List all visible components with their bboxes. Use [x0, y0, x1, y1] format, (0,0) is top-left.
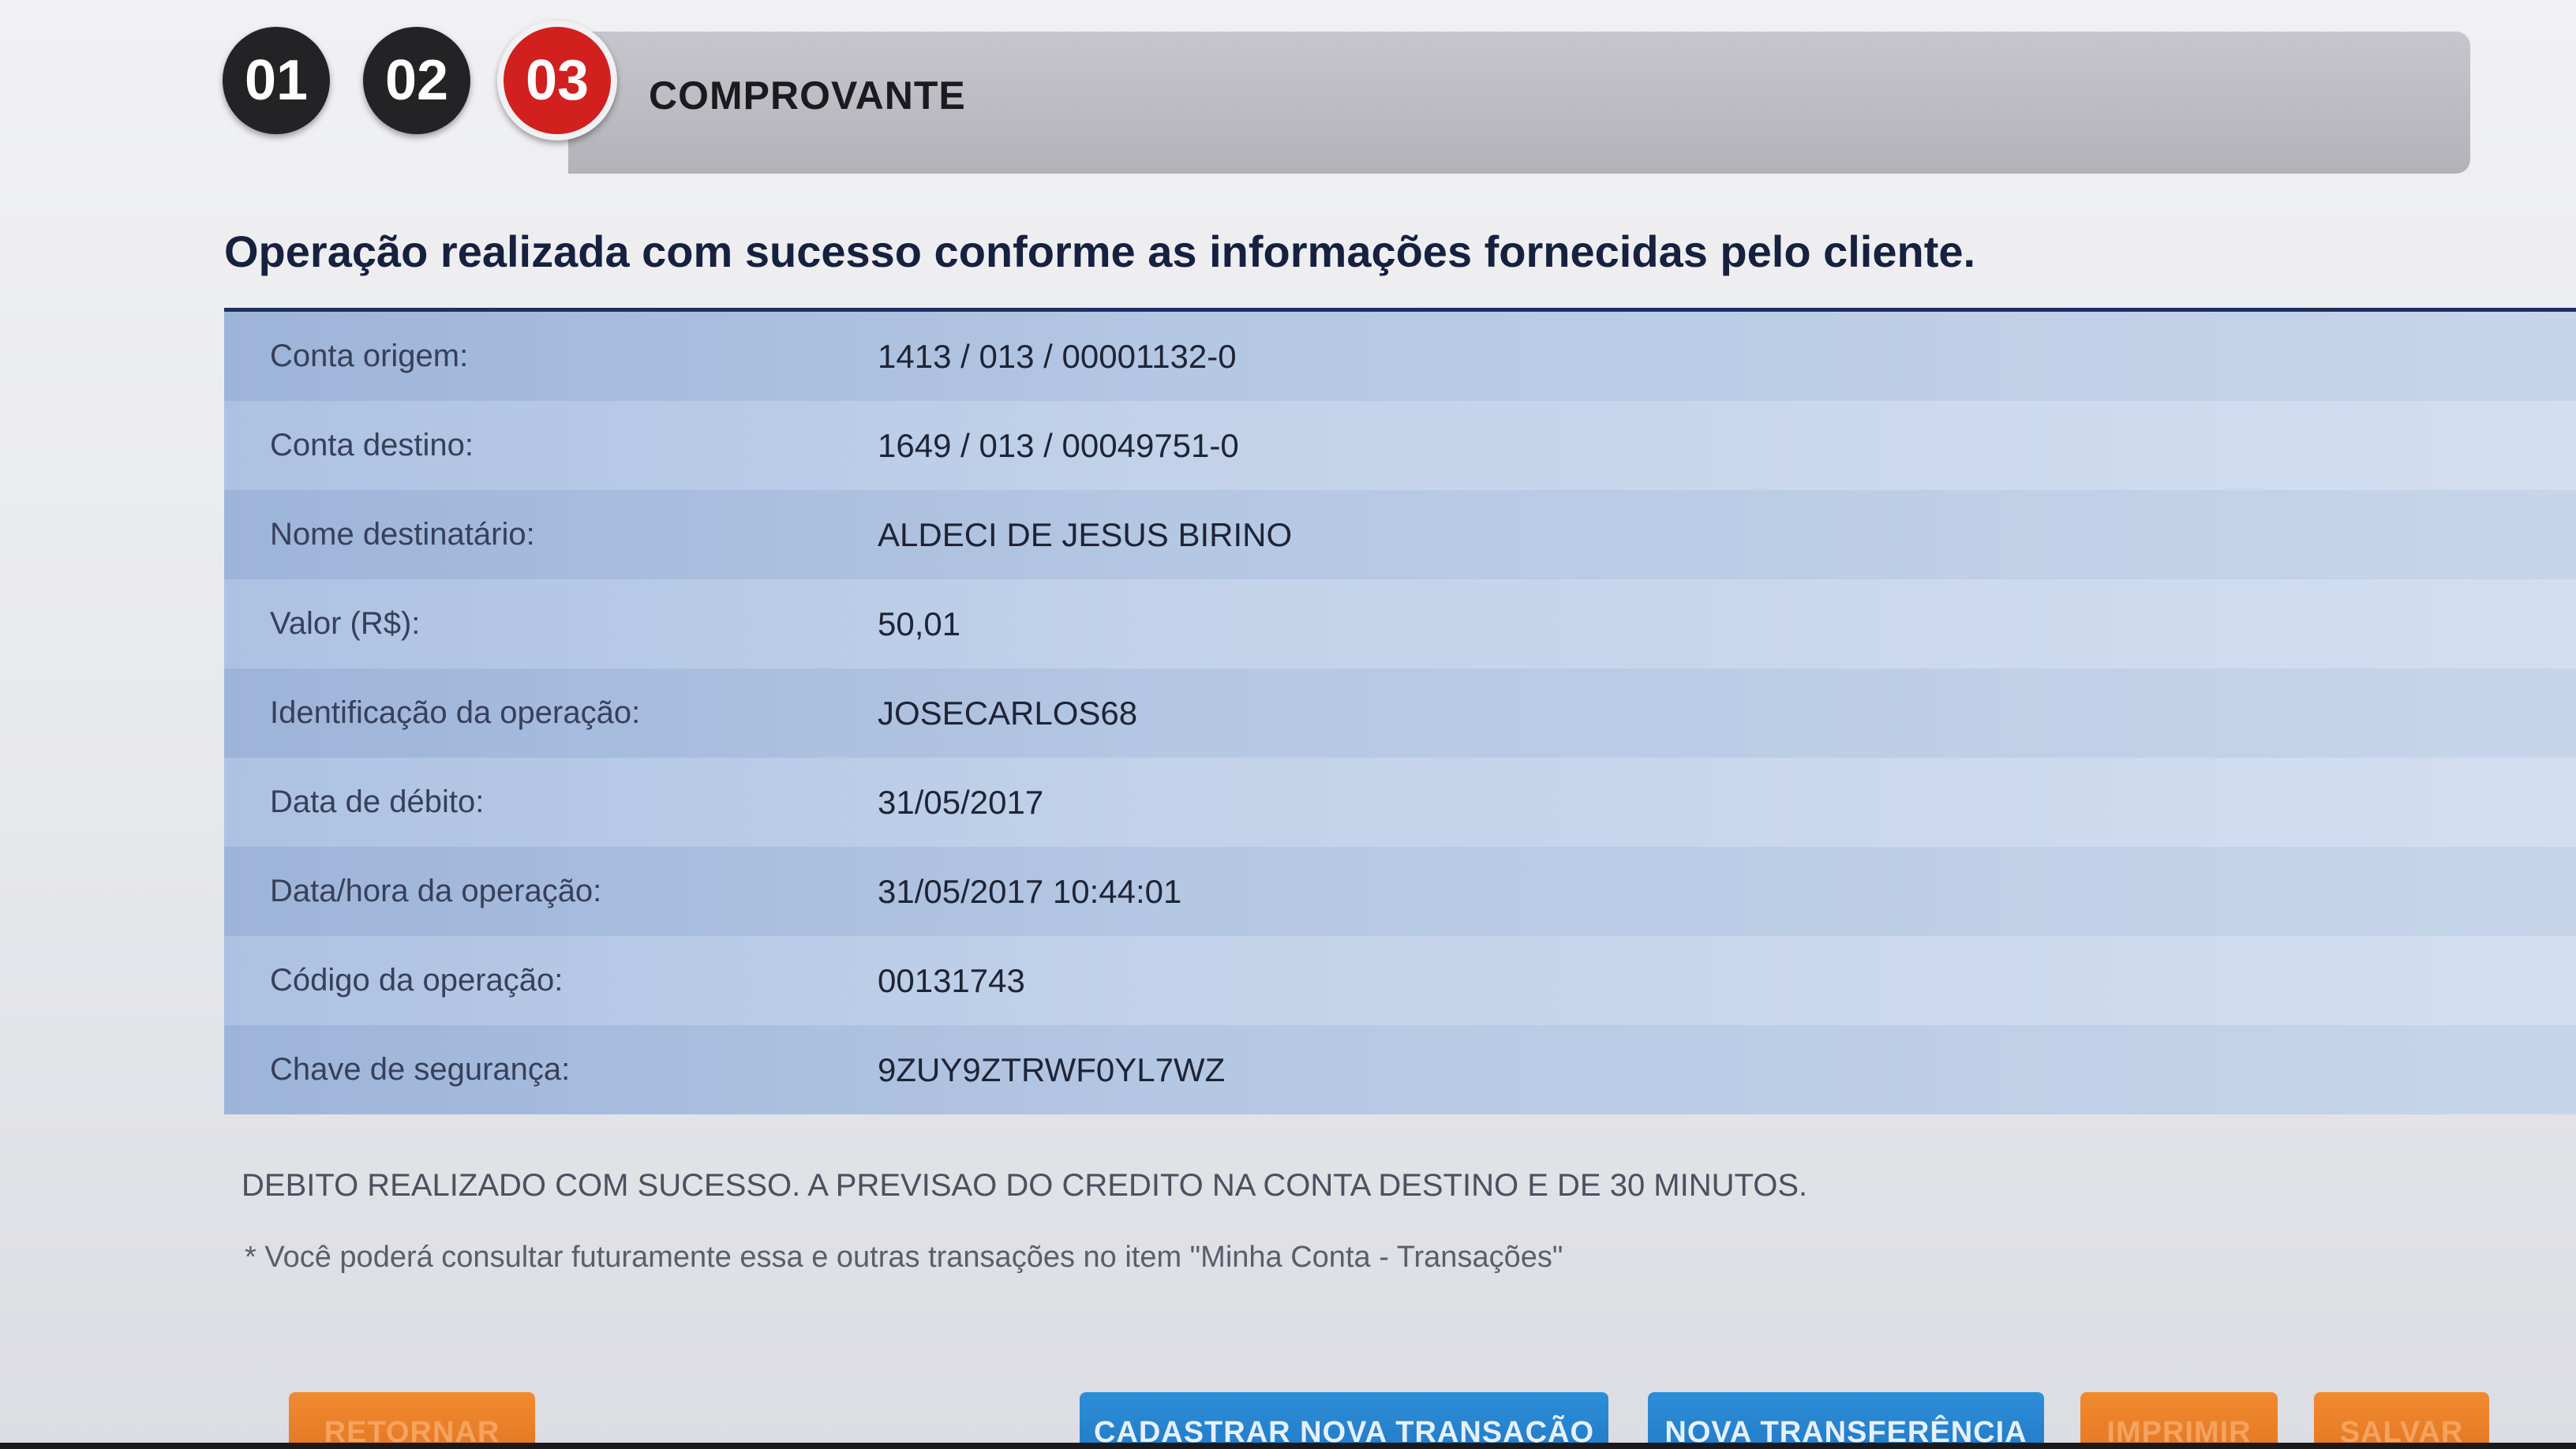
transfer-receipt-screen: 01 02 03 COMPROVANTE Operação realizada … — [0, 0, 2576, 1449]
detail-label: Chave de segurança: — [270, 1052, 571, 1087]
detail-value: 9ZUY9ZTRWF0YL7WZ — [878, 1050, 1226, 1088]
detail-value: 31/05/2017 — [878, 783, 1044, 821]
detail-row-valor: Valor (R$): 50,01 — [224, 579, 2576, 668]
cadastrar-nova-transacao-button[interactable]: CADASTRAR NOVA TRANSAÇÃO — [1080, 1392, 1608, 1449]
detail-row-data-hora: Data/hora da operação: 31/05/2017 10:44:… — [224, 847, 2576, 936]
imprimir-button[interactable]: IMPRIMIR — [2080, 1392, 2278, 1449]
receipt-details-table: Conta origem: 1413 / 013 / 00001132-0 Co… — [224, 312, 2576, 1114]
step-2-indicator: 02 — [363, 27, 470, 134]
detail-value: 00131743 — [878, 961, 1025, 999]
detail-label: Data de débito: — [270, 784, 485, 819]
salvar-button[interactable]: SALVAR — [2314, 1392, 2489, 1449]
detail-row-nome-destinatario: Nome destinatário: ALDECI DE JESUS BIRIN… — [224, 490, 2576, 579]
retornar-button[interactable]: RETORNAR — [289, 1392, 535, 1449]
detail-row-data-debito: Data de débito: 31/05/2017 — [224, 758, 2576, 847]
nova-transferencia-button[interactable]: NOVA TRANSFERÊNCIA — [1648, 1392, 2044, 1449]
screen-bezel-edge — [0, 1443, 2576, 1449]
detail-row-conta-origem: Conta origem: 1413 / 013 / 00001132-0 — [224, 312, 2576, 401]
detail-label: Código da operação: — [270, 963, 564, 998]
detail-label: Conta origem: — [270, 339, 469, 373]
detail-row-codigo: Código da operação: 00131743 — [224, 936, 2576, 1025]
detail-label: Valor (R$): — [270, 606, 421, 641]
detail-value: JOSECARLOS68 — [878, 694, 1138, 732]
detail-label: Conta destino: — [270, 428, 474, 462]
detail-value: 31/05/2017 10:44:01 — [878, 872, 1182, 910]
detail-value: 1649 / 013 / 00049751-0 — [878, 426, 1239, 464]
detail-row-identificacao: Identificação da operação: JOSECARLOS68 — [224, 668, 2576, 758]
detail-value: ALDECI DE JESUS BIRINO — [878, 515, 1293, 553]
detail-label: Data/hora da operação: — [270, 874, 602, 908]
detail-value: 50,01 — [878, 605, 961, 642]
detail-value: 1413 / 013 / 00001132-0 — [878, 337, 1237, 375]
detail-row-conta-destino: Conta destino: 1649 / 013 / 00049751-0 — [224, 401, 2576, 490]
step-title: COMPROVANTE — [649, 73, 966, 118]
transactions-footnote: * Você poderá consultar futuramente essa… — [245, 1241, 1563, 1274]
detail-row-chave-seguranca: Chave de segurança: 9ZUY9ZTRWF0YL7WZ — [224, 1025, 2576, 1114]
detail-label: Nome destinatário: — [270, 517, 535, 552]
debit-success-notice: DEBITO REALIZADO COM SUCESSO. A PREVISAO… — [242, 1168, 1808, 1203]
step-3-indicator-active: 03 — [497, 21, 617, 140]
success-heading: Operação realizada com sucesso conforme … — [224, 227, 1976, 276]
step-1-indicator: 01 — [223, 27, 330, 134]
detail-label: Identificação da operação: — [270, 695, 641, 730]
